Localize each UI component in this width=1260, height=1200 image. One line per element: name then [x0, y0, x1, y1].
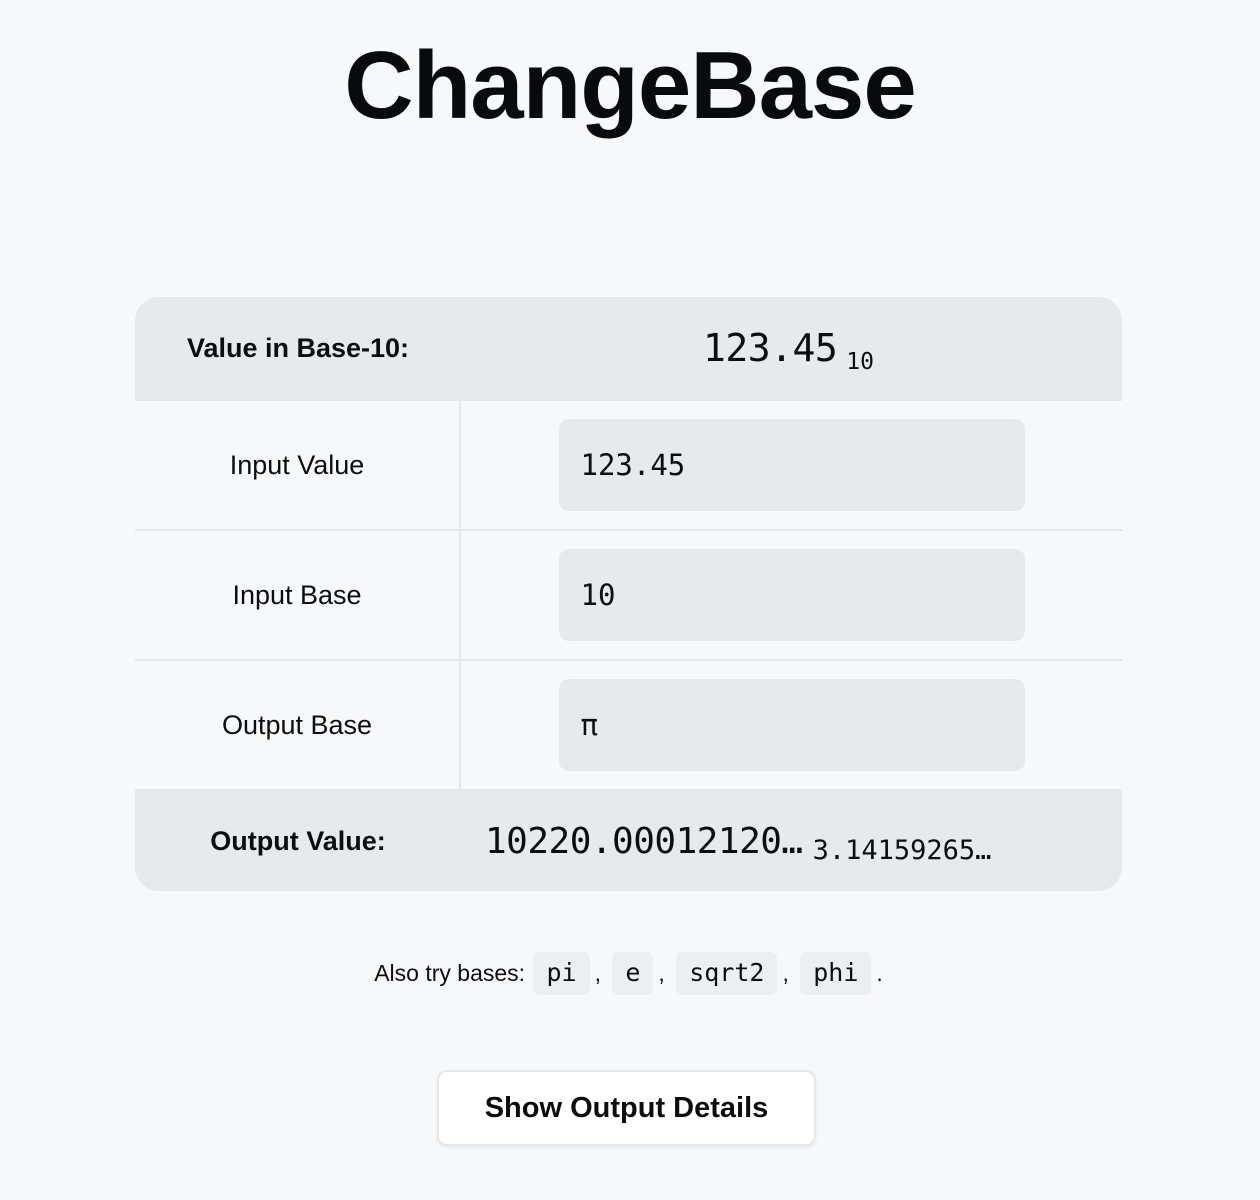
also-try-bases: Also try bases: pi, e, sqrt2, phi. [0, 952, 1260, 995]
output-summary-value: 10220.00012120… 3.14159265… [461, 820, 1122, 866]
also-try-terminator: . [876, 960, 883, 986]
base10-value-subscript: 10 [846, 349, 874, 375]
label-input-value: Input Value [135, 401, 461, 529]
show-output-details-button[interactable]: Show Output Details [437, 1070, 816, 1146]
cell-output-base [461, 661, 1122, 789]
also-try-intro: Also try bases: [374, 960, 526, 986]
row-input-base: Input Base [135, 529, 1122, 659]
cell-input-value [461, 401, 1122, 529]
output-summary-label: Output Value: [210, 825, 386, 856]
label-input-base: Input Base [135, 531, 461, 659]
also-try-sep-1: , [594, 960, 601, 986]
row-input-value: Input Value [135, 399, 1122, 529]
cell-input-base [461, 531, 1122, 659]
base-suggestion-sqrt2[interactable]: sqrt2 [676, 952, 778, 995]
converter-card: Value in Base-10: 123.45 10 Input Value … [135, 297, 1122, 891]
base-suggestion-pi[interactable]: pi [533, 952, 590, 995]
app-page: ChangeBase Value in Base-10: 123.45 10 I… [0, 0, 1260, 1200]
label-output-base: Output Base [135, 661, 461, 789]
input-value-field[interactable] [558, 419, 1025, 511]
also-try-sep-2: , [658, 960, 665, 986]
base10-value-text: 123.45 [703, 326, 838, 370]
output-summary-row: Output Value: 10220.00012120… 3.14159265… [135, 789, 1122, 891]
base10-summary-row: Value in Base-10: 123.45 10 [135, 297, 1122, 399]
input-base-field[interactable] [558, 549, 1025, 641]
output-value-text: 10220.00012120… [485, 820, 803, 862]
page-title: ChangeBase [344, 32, 917, 139]
row-output-base: Output Base [135, 659, 1122, 789]
output-base-field[interactable] [558, 679, 1025, 771]
base10-summary-label: Value in Base-10: [186, 332, 410, 363]
base10-summary-value: 123.45 10 [461, 326, 1122, 375]
output-value-subscript: 3.14159265… [812, 834, 992, 866]
base-suggestion-phi[interactable]: phi [800, 952, 872, 995]
also-try-sep-3: , [782, 960, 789, 986]
base-suggestion-e[interactable]: e [612, 952, 654, 995]
